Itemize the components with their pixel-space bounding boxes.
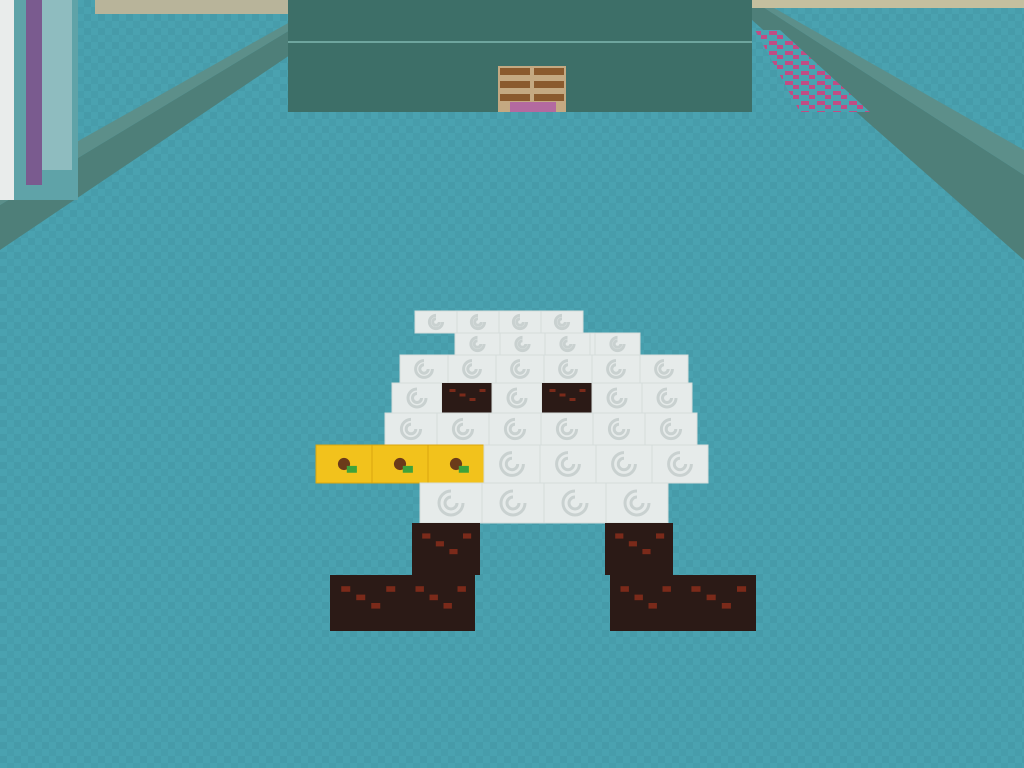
white-block (539, 444, 597, 484)
white-block (384, 412, 438, 446)
white-block (481, 482, 545, 524)
white-block (483, 444, 541, 484)
white-block (605, 482, 669, 524)
white-block (456, 310, 500, 334)
white-block (414, 310, 458, 334)
white-block (447, 354, 497, 384)
white-block (595, 444, 653, 484)
beak-block (315, 444, 373, 484)
white-block (436, 412, 490, 446)
beak-block (427, 444, 485, 484)
background-beam-right (752, 0, 1024, 8)
white-block (592, 412, 646, 446)
white-block (641, 382, 693, 414)
game-viewport (0, 0, 1024, 768)
background-beam (95, 0, 290, 14)
beak-block (371, 444, 429, 484)
white-block (594, 332, 641, 356)
white-block (399, 354, 449, 384)
white-block (498, 310, 542, 334)
dark-block (412, 523, 480, 575)
white-block (644, 412, 698, 446)
white-block (540, 412, 594, 446)
white-block (591, 382, 643, 414)
far-wall-door (498, 66, 566, 112)
white-block (454, 332, 501, 356)
white-block (419, 482, 483, 524)
white-block (591, 354, 641, 384)
white-block (543, 354, 593, 384)
dark-block (605, 523, 673, 575)
white-block (543, 482, 607, 524)
white-block (540, 310, 584, 334)
white-block (488, 412, 542, 446)
white-block (651, 444, 709, 484)
white-block (491, 382, 543, 414)
white-block (495, 354, 545, 384)
dark-block (610, 575, 680, 631)
white-block (544, 332, 591, 356)
white-block (639, 354, 689, 384)
dark-block (542, 383, 592, 413)
dark-block (442, 383, 492, 413)
dark-block (405, 575, 475, 631)
white-block (391, 382, 443, 414)
dark-block (330, 575, 405, 631)
dark-block (680, 575, 756, 631)
white-block (499, 332, 546, 356)
left-column (0, 0, 78, 200)
